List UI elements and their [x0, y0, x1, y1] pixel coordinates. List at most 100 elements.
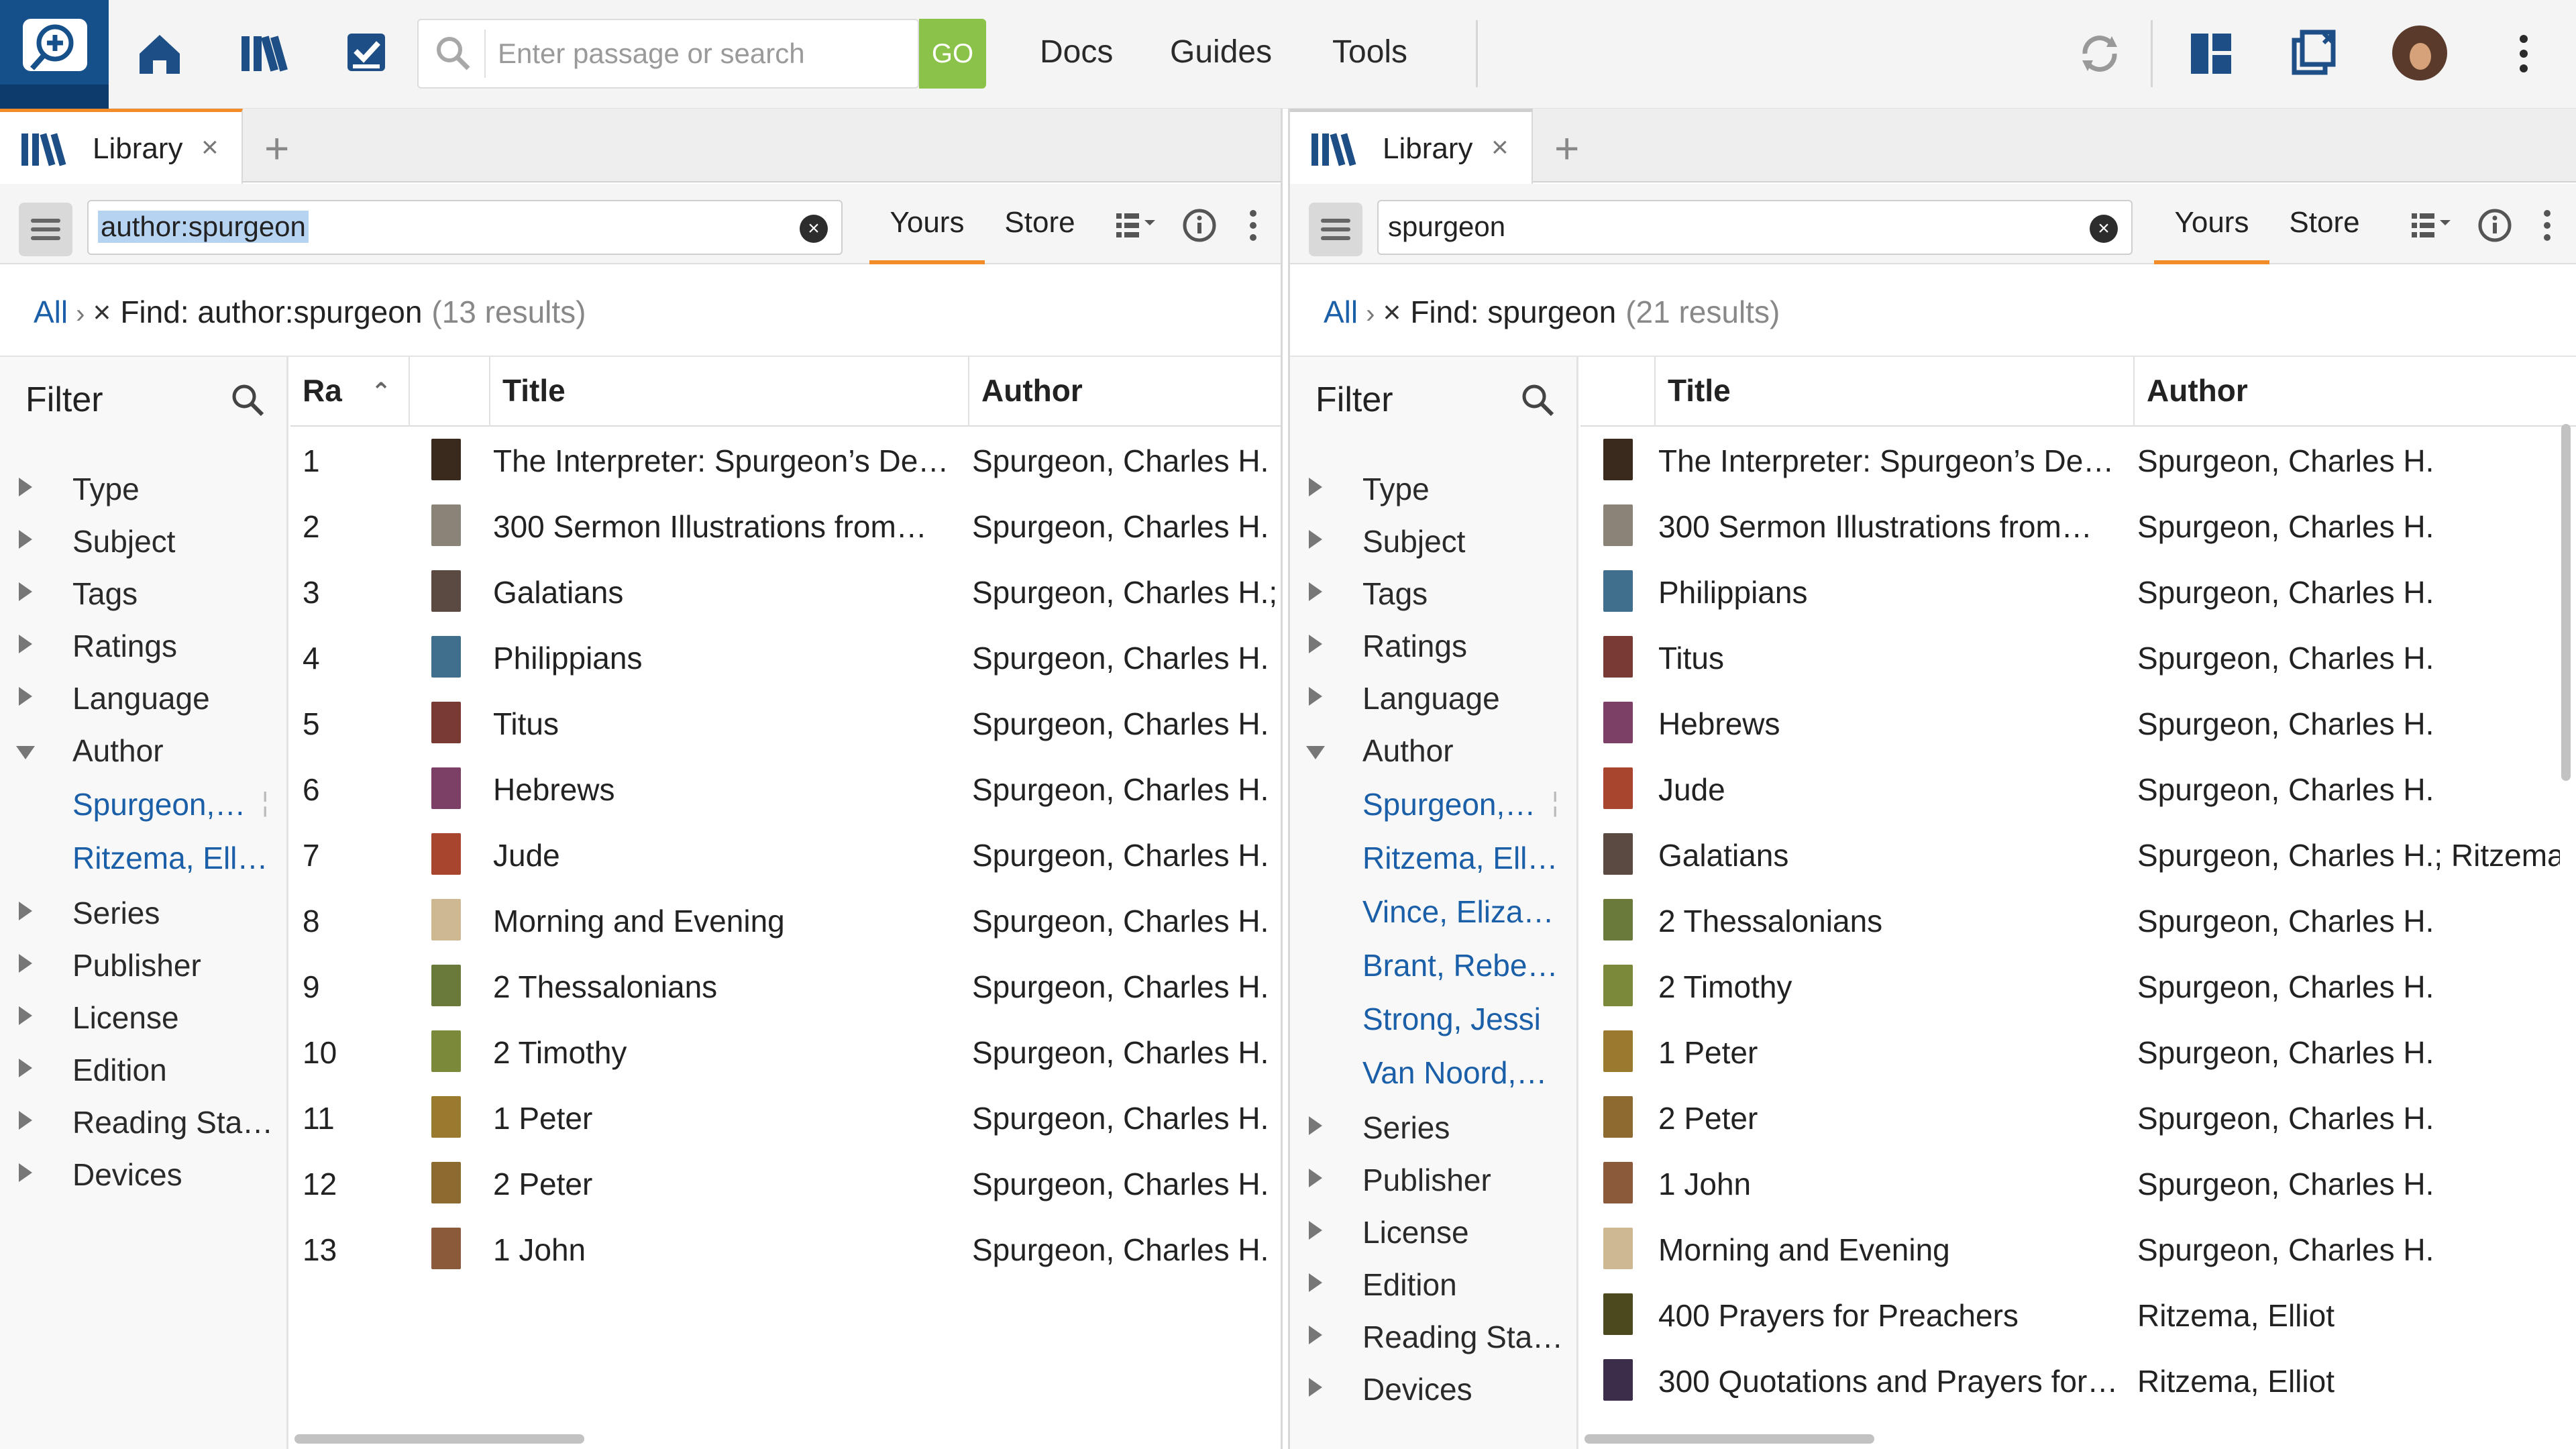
library-icon[interactable]	[236, 27, 290, 80]
facet-tags[interactable]: Tags	[1290, 572, 1578, 620]
info-icon[interactable]	[1177, 204, 1224, 247]
add-tab-button[interactable]: +	[1554, 123, 1579, 173]
library-search-input[interactable]: author:spurgeon ×	[87, 200, 843, 255]
author-value[interactable]: Vince, Eliza…	[1290, 890, 1578, 938]
table-row[interactable]: Galatians Spurgeon, Charles H.; Ritzema	[1580, 821, 2576, 887]
close-icon[interactable]: ×	[201, 131, 219, 164]
facet-devices[interactable]: Devices	[0, 1152, 288, 1201]
author-value[interactable]: Van Noord,…	[1290, 1051, 1578, 1099]
table-row[interactable]: 1 John Spurgeon, Charles H.	[1580, 1150, 2576, 1216]
column-header-author[interactable]: Author	[969, 357, 1281, 427]
table-row[interactable]: 1 The Interpreter: Spurgeon’s De… Spurgeon…	[290, 427, 1281, 492]
table-row[interactable]: 2 Timothy Spurgeon, Charles H.	[1580, 953, 2576, 1018]
facet-series[interactable]: Series	[1290, 1106, 1578, 1154]
sync-icon[interactable]	[2073, 27, 2127, 80]
close-panels-icon[interactable]	[2288, 27, 2341, 80]
table-row[interactable]: 11 1 Peter Spurgeon, Charles H.	[290, 1084, 1281, 1150]
checklist-icon[interactable]	[339, 27, 393, 80]
hamburger-menu-button[interactable]	[1309, 203, 1362, 256]
more-menu-icon[interactable]	[2497, 27, 2551, 80]
table-row[interactable]: 4 Philippians Spurgeon, Charles H.	[290, 624, 1281, 690]
search-icon[interactable]	[229, 381, 266, 419]
column-header-title[interactable]: Title	[490, 357, 969, 427]
clear-search-icon[interactable]: ×	[800, 215, 828, 243]
panel-menu-icon[interactable]	[1230, 204, 1277, 247]
facet-author[interactable]: Author	[1290, 729, 1578, 777]
table-row[interactable]: Philippians Spurgeon, Charles H.	[1580, 558, 2576, 624]
user-avatar[interactable]	[2392, 25, 2447, 80]
facet-tags[interactable]: Tags	[0, 572, 288, 620]
facet-series[interactable]: Series	[0, 891, 288, 939]
facet-edition[interactable]: Edition	[0, 1048, 288, 1096]
facet-subject[interactable]: Subject	[1290, 519, 1578, 568]
table-row[interactable]: The Interpreter: Spurgeon’s De… Spurgeon,…	[1580, 427, 2576, 492]
facet-publisher[interactable]: Publisher	[1290, 1158, 1578, 1206]
facet-publisher[interactable]: Publisher	[0, 943, 288, 991]
table-row[interactable]: 7 Jude Spurgeon, Charles H.	[290, 821, 1281, 887]
breadcrumb-all-link[interactable]: All	[34, 294, 68, 329]
remove-filter-icon[interactable]: ×	[93, 294, 111, 329]
facet-language[interactable]: Language	[0, 676, 288, 724]
column-header-cover[interactable]	[1580, 357, 1656, 427]
info-icon[interactable]	[2472, 204, 2519, 247]
table-row[interactable]: 10 2 Timothy Spurgeon, Charles H.	[290, 1018, 1281, 1084]
table-row[interactable]: 3 Galatians Spurgeon, Charles H.; I	[290, 558, 1281, 624]
facet-type[interactable]: Type	[0, 467, 288, 515]
table-row[interactable]: 8 Morning and Evening Spurgeon, Charles H.	[290, 887, 1281, 953]
vertical-scrollbar[interactable]	[2561, 424, 2571, 781]
tab-library[interactable]: Library ×	[0, 109, 243, 184]
add-tab-button[interactable]: +	[264, 123, 289, 173]
table-row[interactable]: Hebrews Spurgeon, Charles H.	[1580, 690, 2576, 755]
nav-tools[interactable]: Tools	[1332, 34, 1407, 70]
logos-logo[interactable]	[0, 0, 109, 109]
facet-language[interactable]: Language	[1290, 676, 1578, 724]
panel-menu-icon[interactable]	[2524, 204, 2571, 247]
library-search-input[interactable]: spurgeon ×	[1377, 200, 2133, 255]
author-value[interactable]: Strong, Jessi	[1290, 997, 1578, 1045]
table-row[interactable]: 9 2 Thessalonians Spurgeon, Charles H.	[290, 953, 1281, 1018]
facet-subject[interactable]: Subject	[0, 519, 288, 568]
go-button[interactable]: GO	[919, 19, 986, 89]
facet-edition[interactable]: Edition	[1290, 1263, 1578, 1311]
author-value[interactable]: Brant, Rebe…	[1290, 943, 1578, 991]
table-row[interactable]: 6 Hebrews Spurgeon, Charles H.	[290, 755, 1281, 821]
table-row[interactable]: 300 Quotations and Prayers for… Ritzema, …	[1580, 1347, 2576, 1413]
horizontal-scrollbar[interactable]	[294, 1434, 584, 1444]
search-icon[interactable]	[1519, 381, 1556, 419]
remove-filter-icon[interactable]: ×	[1383, 294, 1401, 329]
close-icon[interactable]: ×	[1491, 131, 1509, 164]
author-value[interactable]: Spurgeon,… ¦	[1290, 782, 1578, 830]
segment-yours[interactable]: Yours	[2154, 184, 2269, 264]
author-value[interactable]: Spurgeon,… ¦	[0, 782, 288, 830]
table-row[interactable]: 5 Titus Spurgeon, Charles H.	[290, 690, 1281, 755]
facet-license[interactable]: License	[1290, 1210, 1578, 1258]
facet-license[interactable]: License	[0, 996, 288, 1044]
segment-yours[interactable]: Yours	[869, 184, 985, 264]
view-options-icon[interactable]	[1112, 204, 1159, 247]
layout-icon[interactable]	[2184, 27, 2238, 80]
author-value[interactable]: Ritzema, Ell…	[0, 836, 288, 884]
table-row[interactable]: 13 1 John Spurgeon, Charles H.	[290, 1216, 1281, 1281]
facet-reading-status[interactable]: Reading Sta…	[0, 1100, 288, 1148]
table-row[interactable]: 300 Sermon Illustrations from… Spurgeon, …	[1580, 492, 2576, 558]
column-header-rank[interactable]: Ra ⌃	[290, 357, 410, 427]
segment-store[interactable]: Store	[2269, 184, 2379, 264]
facet-ratings[interactable]: Ratings	[1290, 624, 1578, 672]
column-header-cover[interactable]	[410, 357, 490, 427]
table-row[interactable]: Titus Spurgeon, Charles H.	[1580, 624, 2576, 690]
nav-guides[interactable]: Guides	[1170, 34, 1272, 70]
segment-store[interactable]: Store	[985, 184, 1095, 264]
facet-ratings[interactable]: Ratings	[0, 624, 288, 672]
breadcrumb-all-link[interactable]: All	[1324, 294, 1358, 329]
home-icon[interactable]	[133, 27, 186, 80]
hamburger-menu-button[interactable]	[19, 203, 72, 256]
table-row[interactable]: Jude Spurgeon, Charles H.	[1580, 755, 2576, 821]
table-row[interactable]: 2 Peter Spurgeon, Charles H.	[1580, 1084, 2576, 1150]
passage-search-input[interactable]	[498, 30, 847, 78]
table-row[interactable]: 400 Prayers for Preachers Ritzema, Elliot	[1580, 1281, 2576, 1347]
view-options-icon[interactable]	[2408, 204, 2455, 247]
clear-search-icon[interactable]: ×	[2090, 215, 2118, 243]
table-row[interactable]: Morning and Evening Spurgeon, Charles H.	[1580, 1216, 2576, 1281]
facet-devices[interactable]: Devices	[1290, 1367, 1578, 1415]
author-value[interactable]: Ritzema, Ell…	[1290, 836, 1578, 884]
